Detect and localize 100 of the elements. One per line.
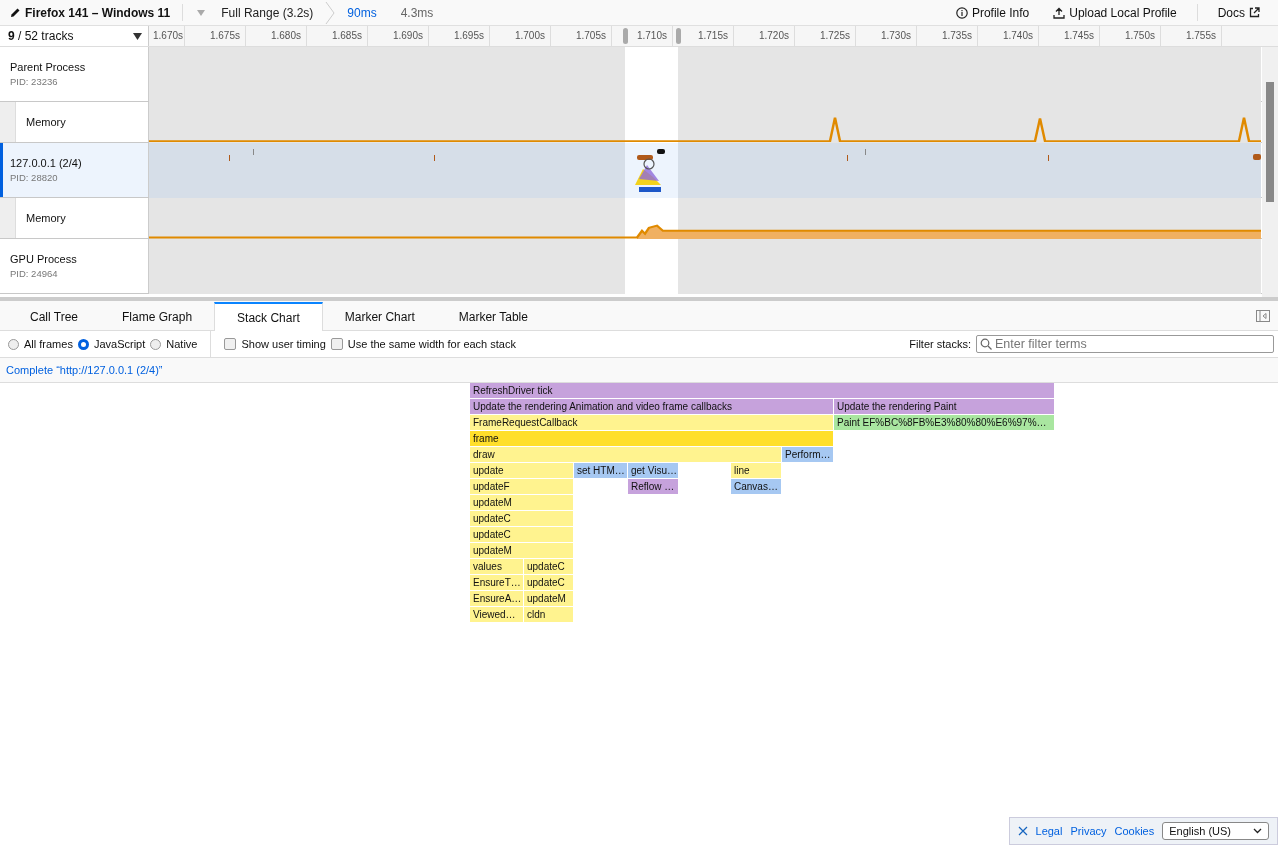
track-name: 127.0.0.1 (2/4)	[10, 157, 82, 169]
footer-link[interactable]: Privacy	[1070, 825, 1107, 837]
time-tick-label: 1.670s	[149, 26, 185, 46]
activity-drawing	[635, 149, 665, 192]
chevron-icon	[325, 1, 336, 24]
panel-tab[interactable]: Marker Chart	[322, 302, 437, 330]
external-link-icon	[1249, 7, 1260, 18]
stack-frame[interactable]: Update the rendering Animation and video frame callbacks	[470, 399, 833, 414]
stack-frame[interactable]: update	[470, 463, 573, 478]
stack-frame[interactable]: Canvas…	[731, 479, 781, 494]
checkbox[interactable]	[330, 338, 343, 350]
stack-frame[interactable]: Reflow …	[628, 479, 678, 494]
time-tick-label: 1.745s	[1039, 26, 1100, 46]
scrollbar-thumb[interactable]	[1266, 82, 1274, 202]
stack-frame[interactable]: frame	[470, 431, 833, 446]
track-label[interactable]: Memory	[0, 102, 149, 142]
time-tick-label: 1.705s	[551, 26, 612, 46]
stack-frame[interactable]: updateC	[524, 559, 573, 574]
profile-title[interactable]: Firefox 141 – Windows 11	[25, 5, 171, 20]
radio-option[interactable]: Native	[150, 338, 198, 350]
stack-frame[interactable]: Paint EF%BC%8FB%E3%80%80%E6%97%…	[834, 415, 1054, 430]
track-label[interactable]: 127.0.0.1 (2/4) PID: 28820	[0, 143, 149, 197]
process-id: PID: 28820	[10, 172, 59, 183]
close-icon[interactable]	[1017, 826, 1028, 836]
panel-tab[interactable]: Flame Graph	[100, 302, 215, 330]
stack-frame[interactable]: values	[470, 559, 523, 574]
time-tick-label: 1.675s	[185, 26, 246, 46]
footer-link[interactable]: Cookies	[1114, 825, 1155, 837]
stack-frame[interactable]: EnsureA…	[470, 591, 523, 606]
stack-frame[interactable]: RefreshDriver tick	[470, 383, 1054, 398]
time-tick-label: 1.720s	[734, 26, 795, 46]
time-tick-label: 1.750s	[1100, 26, 1161, 46]
stack-frame[interactable]: draw	[470, 447, 781, 462]
time-tick-label: 1.740s	[978, 26, 1039, 46]
stack-frame[interactable]: updateC	[524, 575, 573, 590]
sidebar-toggle-icon[interactable]	[1256, 309, 1270, 322]
selection-handle[interactable]	[623, 28, 628, 44]
radio-button[interactable]	[77, 338, 89, 350]
time-tick-label: 1.725s	[795, 26, 856, 46]
stack-frame[interactable]: updateM	[524, 591, 573, 606]
docs-link[interactable]: Docs	[1209, 5, 1268, 20]
selection-handle[interactable]	[676, 28, 681, 44]
range-breadcrumb[interactable]: 4.3ms	[392, 5, 442, 20]
track-name: Memory	[26, 116, 66, 128]
range-breadcrumb[interactable]: 90ms	[339, 5, 385, 20]
track-name: Parent Process	[10, 61, 86, 73]
radio-label: JavaScript	[93, 338, 146, 350]
time-tick-label: 1.695s	[429, 26, 490, 46]
stack-frame[interactable]: get Visu…	[628, 463, 678, 478]
upload-icon	[1053, 6, 1066, 19]
caret-icon	[197, 9, 206, 16]
panel-tab[interactable]: Call Tree	[8, 302, 101, 330]
time-tick-label: 1.755s	[1161, 26, 1222, 46]
chevron-icon	[1253, 828, 1262, 834]
radio-option[interactable]: All frames	[8, 338, 73, 350]
track-name: GPU Process	[10, 253, 77, 265]
track-name: Memory	[26, 212, 66, 224]
checkbox-label: Show user timing	[241, 338, 326, 350]
upload-button[interactable]: Upload Local Profile	[1045, 5, 1185, 20]
stack-frame[interactable]: cldn	[524, 607, 573, 622]
stack-frame[interactable]: set HTM…	[574, 463, 627, 478]
stack-frame[interactable]: Viewed…	[470, 607, 523, 622]
time-tick-label: 1.730s	[856, 26, 917, 46]
checkbox-option[interactable]: Show user timing	[224, 338, 326, 350]
panel-tab[interactable]: Marker Table	[436, 302, 550, 330]
pencil-icon[interactable]	[10, 7, 21, 18]
checkbox[interactable]	[224, 338, 237, 350]
filter-label: Filter stacks:	[909, 338, 971, 350]
stack-frame[interactable]: updateC	[470, 527, 573, 542]
radio-button[interactable]	[150, 338, 162, 350]
time-tick-label: 1.685s	[307, 26, 368, 46]
stack-frame[interactable]: updateF	[470, 479, 573, 494]
caret-icon	[133, 32, 142, 40]
radio-button[interactable]	[8, 338, 19, 350]
stack-frame[interactable]: Perform…	[782, 447, 833, 462]
panel-tab[interactable]: Stack Chart	[214, 302, 323, 331]
radio-label: All frames	[24, 338, 73, 350]
stack-frame[interactable]: updateM	[470, 543, 573, 558]
selection-highlight	[625, 102, 678, 143]
stack-frame[interactable]: EnsureT…	[470, 575, 523, 590]
stack-frame[interactable]: updateC	[470, 511, 573, 526]
language-select[interactable]: English (US)	[1162, 822, 1269, 840]
stack-frame[interactable]: Update the rendering Paint	[834, 399, 1054, 414]
range-breadcrumb[interactable]: Full Range (3.2s)	[213, 5, 322, 20]
stack-frame[interactable]: line	[731, 463, 781, 478]
process-id: PID: 23236	[10, 76, 59, 87]
profile-info-button[interactable]: Profile Info	[947, 5, 1038, 20]
info-icon	[955, 6, 968, 19]
radio-option[interactable]: JavaScript	[77, 338, 146, 350]
search-icon	[980, 338, 992, 350]
search-field[interactable]: Enter filter terms	[976, 335, 1274, 353]
process-id: PID: 24964	[10, 268, 59, 279]
time-tick-label: 1.735s	[917, 26, 978, 46]
time-tick-label: 1.690s	[368, 26, 429, 46]
selection-highlight	[625, 239, 678, 294]
track-label[interactable]: Memory	[0, 198, 149, 238]
stack-frame[interactable]: FrameRequestCallback	[470, 415, 833, 430]
thread-breadcrumb[interactable]: Complete “http://127.0.0.1 (2/4)”	[6, 364, 163, 376]
stack-frame[interactable]: updateM	[470, 495, 573, 510]
footer-link[interactable]: Legal	[1035, 825, 1063, 837]
